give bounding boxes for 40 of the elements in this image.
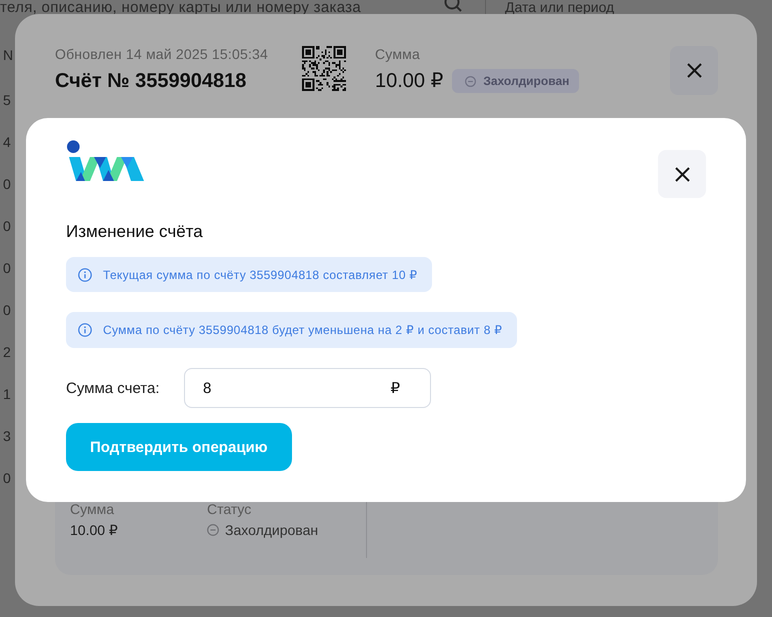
close-button[interactable] <box>670 46 718 95</box>
close-icon <box>674 166 690 182</box>
table-cell: 2 <box>3 344 11 360</box>
detail-label: Статус <box>207 501 252 517</box>
minus-circle-icon <box>465 76 476 86</box>
close-button[interactable] <box>658 150 706 198</box>
dialog-title: Изменение счёта <box>66 221 204 243</box>
table-cell: 1 <box>3 386 11 402</box>
logo-icon <box>66 140 146 182</box>
table-cell: 3 <box>3 428 11 444</box>
notice-text: Сумма по счёту 3559904818 будет уменьшена на 2 ₽ и составит 8 ₽ <box>103 323 502 337</box>
currency-suffix: ₽ <box>390 379 400 397</box>
table-cell: 0 <box>3 218 11 234</box>
notice-text: Текущая сумма по счёту 3559904818 составляет 10 ₽ <box>103 268 418 282</box>
search-field[interactable]: теля, описанию, номеру карты или номеру заказа <box>0 0 462 15</box>
search-icon[interactable] <box>444 0 462 12</box>
table-cell: 5 <box>3 92 11 108</box>
field-label: Сумма счета: <box>66 380 161 396</box>
info-icon <box>78 323 92 337</box>
info-icon <box>78 268 92 282</box>
confirm-button[interactable]: Подтвердить операцию <box>66 423 292 471</box>
amount-label: Сумма <box>375 46 421 62</box>
close-icon <box>686 63 702 78</box>
invoice-title: Счёт № 3559904818 <box>55 69 248 93</box>
qr-code-icon <box>302 46 346 91</box>
table-cell: 0 <box>3 176 11 192</box>
minus-circle-icon <box>207 524 219 536</box>
date-field[interactable]: Дата или период <box>505 0 614 14</box>
detail-value: 10.00 ₽ <box>70 522 119 538</box>
detail-value: Захолдирован <box>225 522 318 538</box>
table-cell: 0 <box>3 470 11 486</box>
table-cell: 0 <box>3 302 11 318</box>
detail-label: Сумма <box>70 501 115 517</box>
updated-timestamp: Обновлен 14 май 2025 15:05:34 <box>55 46 270 62</box>
table-cell: 0 <box>3 260 11 276</box>
column-header: N <box>3 47 14 63</box>
status-badge: Захолдирован <box>452 69 580 93</box>
amount-value: 10.00 ₽ <box>375 69 444 93</box>
table-cell: 4 <box>3 134 11 150</box>
amount-field[interactable]: 8 ₽ <box>184 368 431 408</box>
